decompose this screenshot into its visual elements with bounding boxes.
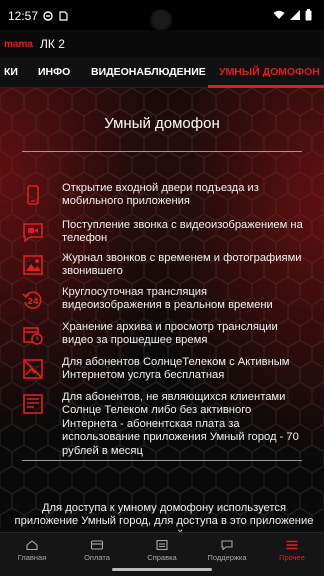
- sim-icon: [59, 11, 68, 21]
- no-image-icon: [23, 359, 43, 379]
- tab-bar: КИ ИНФО ВИДЕОНАБЛЮДЕНИЕ УМНЫЙ ДОМОФОН: [0, 58, 324, 88]
- image-log-icon: [23, 255, 43, 275]
- brand-logo: mama: [4, 39, 33, 50]
- nav-label: Прочее: [279, 553, 305, 562]
- nav-label: Поддержка: [207, 553, 247, 562]
- feature-text: Хранение архива и просмотр трансляции ви…: [62, 321, 278, 347]
- signal-icon: [290, 10, 300, 20]
- wifi-icon: [273, 10, 285, 19]
- pay-icon: [23, 394, 43, 414]
- status-icons: [273, 9, 312, 21]
- info-icon: [156, 540, 168, 550]
- feature-text: Открытие входной двери подъезда из мобил…: [62, 182, 259, 208]
- calendar-clock-icon: [23, 327, 43, 345]
- battery-icon: [305, 9, 312, 21]
- home-icon: [26, 540, 38, 550]
- menu-icon: [286, 540, 298, 550]
- content-divider: [22, 460, 302, 461]
- status-bar: 12:57: [0, 0, 324, 31]
- feature-text: Поступление звонка с видеоизображением н…: [62, 219, 303, 245]
- nav-label: Оплата: [84, 553, 110, 562]
- status-time: 12:57: [8, 9, 39, 23]
- nav-label: Главная: [17, 553, 47, 562]
- nav-label: Справка: [147, 553, 177, 562]
- feature-text: Журнал звонков с временем и фотографиями…: [62, 252, 302, 278]
- feature-text: Для абонентов СолнцеТелеком с Активным И…: [62, 356, 290, 382]
- gesture-bar: [112, 568, 212, 571]
- camera-cutout: [150, 9, 172, 31]
- title-divider: [22, 151, 302, 152]
- vpn-icon: [43, 11, 53, 21]
- tab-info[interactable]: ИНФО: [38, 66, 70, 78]
- nav-more[interactable]: Прочее: [260, 533, 324, 563]
- nav-support[interactable]: Поддержка: [195, 533, 259, 563]
- phone-icon: [27, 185, 39, 205]
- tab-smart-intercom[interactable]: УМНЫЙ ДОМОФОН: [219, 66, 320, 78]
- page-title: Умный домофон: [104, 115, 220, 132]
- smart-intercom-content: Умный домофон Открытие входной двери под…: [0, 88, 324, 541]
- svg-text:24: 24: [27, 297, 39, 306]
- app-screen: 12:57 mama ЛК 2 КИ ИНФО ВИДЕОНАБЛЮДЕНИЕ: [0, 0, 324, 576]
- app-header: mama ЛК 2: [0, 30, 324, 58]
- nav-help[interactable]: Справка: [130, 533, 194, 563]
- tab-video-surveillance[interactable]: ВИДЕОНАБЛЮДЕНИЕ: [91, 66, 206, 78]
- card-icon: [91, 540, 103, 550]
- video-call-icon: [23, 223, 43, 243]
- nav-payment[interactable]: Оплата: [65, 533, 129, 563]
- account-name[interactable]: ЛК 2: [40, 37, 65, 51]
- chat-icon: [221, 540, 233, 550]
- 24h-icon: 24: [22, 291, 42, 309]
- feature-text: Для абонентов, не являющихся клиентами С…: [62, 391, 299, 457]
- nav-home[interactable]: Главная: [0, 533, 64, 563]
- feature-text: Круглосуточная трансляция видеоизображен…: [62, 286, 273, 312]
- tab-ki[interactable]: КИ: [4, 66, 18, 78]
